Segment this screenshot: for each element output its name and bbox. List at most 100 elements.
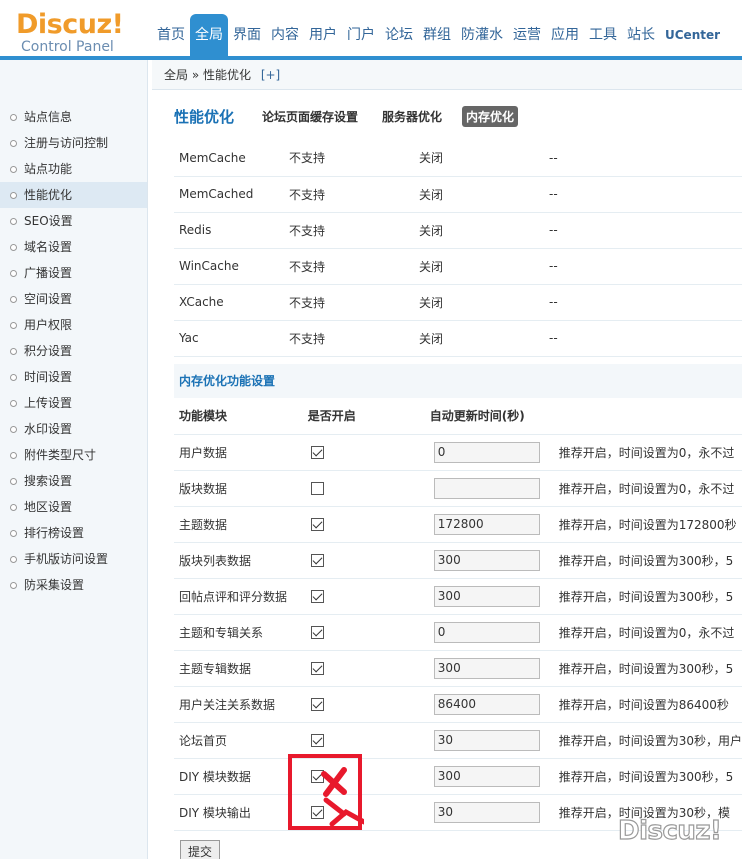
tip-text: 推荐开启，时间设置为0，永不过 <box>553 434 742 471</box>
enable-checkbox[interactable] <box>310 662 324 675</box>
top-nav: 首页 全局 界面 内容 用户 门户 论坛 群组 防灌水 运营 应用 工具 站长 UCenter <box>152 14 725 56</box>
table-row: 主题数据 推荐开启，时间设置为172800秒 <box>174 506 742 543</box>
tab-memory-optimize[interactable]: 内存优化 <box>462 106 519 127</box>
update-time-input[interactable] <box>433 441 540 463</box>
time-cell <box>424 542 554 579</box>
cache-support: 不支持 <box>284 284 414 321</box>
sidebar-item[interactable]: 域名设置 <box>0 234 147 260</box>
nav-item[interactable]: UCenter <box>660 14 725 56</box>
update-time-input[interactable] <box>433 549 540 571</box>
nav-item[interactable]: 首页 <box>152 14 190 56</box>
sidebar-item[interactable]: 排行榜设置 <box>0 520 147 546</box>
sidebar-item[interactable]: 用户权限 <box>0 312 147 338</box>
enable-checkbox[interactable] <box>310 518 324 531</box>
update-time-input[interactable] <box>433 729 540 751</box>
enabled-cell <box>302 722 425 759</box>
cache-status: 关闭 <box>414 248 544 285</box>
tip-text: 推荐开启，时间设置为0，永不过 <box>553 470 742 507</box>
update-time-input[interactable] <box>433 693 540 715</box>
enable-checkbox[interactable] <box>310 554 324 567</box>
module-name: DIY 模块数据 <box>174 758 303 795</box>
nav-item[interactable]: 防灌水 <box>456 14 508 56</box>
sidebar-item[interactable]: 站点功能 <box>0 156 147 182</box>
sidebar-item[interactable]: 水印设置 <box>0 416 147 442</box>
time-cell <box>424 578 554 615</box>
update-time-input[interactable] <box>433 621 540 643</box>
time-cell <box>424 758 554 795</box>
update-time-input[interactable] <box>433 585 540 607</box>
sub-tabs: 性能优化 论坛页面缓存设置 服务器优化 内存优化 <box>174 106 534 127</box>
update-time-input[interactable] <box>433 765 540 787</box>
sidebar-item[interactable]: 搜索设置 <box>0 468 147 494</box>
time-cell <box>424 686 554 723</box>
tip-text: 推荐开启，时间设置为300秒，5 <box>553 578 742 615</box>
nav-item[interactable]: 运营 <box>508 14 546 56</box>
enable-checkbox[interactable] <box>310 590 324 603</box>
tip-text: 推荐开启，时间设置为30秒，用户 <box>553 722 742 759</box>
enable-checkbox[interactable] <box>310 770 324 783</box>
tip-text: 推荐开启，时间设置为300秒，5 <box>553 758 742 795</box>
sidebar-item[interactable]: 地区设置 <box>0 494 147 520</box>
cache-support: 不支持 <box>284 320 414 357</box>
table-row: 用户关注关系数据 推荐开启，时间设置为86400秒 <box>174 686 742 723</box>
submit-button[interactable]: 提交 <box>180 840 220 859</box>
enable-checkbox[interactable] <box>310 446 324 459</box>
nav-item[interactable]: 内容 <box>266 14 304 56</box>
enable-checkbox[interactable] <box>310 734 324 747</box>
enabled-cell <box>302 686 425 723</box>
sidebar-item[interactable]: 站点信息 <box>0 104 147 130</box>
enabled-cell <box>302 794 425 831</box>
nav-item[interactable]: 全局 <box>190 14 228 56</box>
enable-checkbox[interactable] <box>310 698 324 711</box>
nav-item[interactable]: 门户 <box>342 14 380 56</box>
sidebar-item[interactable]: 时间设置 <box>0 364 147 390</box>
sidebar-item[interactable]: 上传设置 <box>0 390 147 416</box>
enable-checkbox[interactable] <box>310 806 324 819</box>
table-row: MemCache 不支持 关闭 -- <box>174 140 742 177</box>
enable-checkbox[interactable] <box>310 482 324 495</box>
enabled-cell <box>302 614 425 651</box>
tab-page-cache[interactable]: 论坛页面缓存设置 <box>258 106 362 127</box>
nav-item[interactable]: 群组 <box>418 14 456 56</box>
sidebar-item[interactable]: 防采集设置 <box>0 572 147 598</box>
nav-item[interactable]: 界面 <box>228 14 266 56</box>
module-name: 用户关注关系数据 <box>174 686 303 723</box>
tab-server-optimize[interactable]: 服务器优化 <box>378 106 446 127</box>
update-time-input[interactable] <box>433 513 540 535</box>
cache-extra: -- <box>544 284 742 321</box>
cache-name: Yac <box>174 320 284 357</box>
cache-status: 关闭 <box>414 212 544 249</box>
discuz-watermark: Discuz! <box>617 815 722 846</box>
cache-support: 不支持 <box>284 176 414 213</box>
nav-item[interactable]: 论坛 <box>380 14 418 56</box>
section-title: 内存优化功能设置 <box>174 364 742 398</box>
nav-item[interactable]: 站长 <box>622 14 660 56</box>
nav-item[interactable]: 应用 <box>546 14 584 56</box>
add-shortcut-link[interactable]: [+] <box>261 68 280 82</box>
nav-item[interactable]: 工具 <box>584 14 622 56</box>
sidebar-item[interactable]: 积分设置 <box>0 338 147 364</box>
sidebar-item[interactable]: 注册与访问控制 <box>0 130 147 156</box>
sidebar-item[interactable]: 空间设置 <box>0 286 147 312</box>
table-row: 版块数据 推荐开启，时间设置为0，永不过 <box>174 470 742 507</box>
tip-text: 推荐开启，时间设置为86400秒 <box>553 686 742 723</box>
sidebar-item[interactable]: 性能优化 <box>0 182 147 208</box>
sidebar-item[interactable]: SEO设置 <box>0 208 147 234</box>
update-time-input[interactable] <box>433 477 540 499</box>
tip-text: 推荐开启，时间设置为0，永不过 <box>553 614 742 651</box>
update-time-input[interactable] <box>433 801 540 823</box>
table-row: MemCached 不支持 关闭 -- <box>174 176 742 213</box>
breadcrumb: 全局 » 性能优化 [+] <box>152 60 742 90</box>
update-time-input[interactable] <box>433 657 540 679</box>
sidebar-item[interactable]: 手机版访问设置 <box>0 546 147 572</box>
time-cell <box>424 722 554 759</box>
sidebar-item[interactable]: 广播设置 <box>0 260 147 286</box>
enable-checkbox[interactable] <box>310 626 324 639</box>
cache-status-table: MemCache 不支持 关闭 -- MemCached 不支持 关闭 -- Redis 不支持关… <box>174 140 742 357</box>
sidebar: 站点信息 注册与访问控制 站点功能 性能优化 SEO设置 域名设置 广播设置 空间设置 用户权限… <box>0 60 148 859</box>
table-row: Redis 不支持 关闭 -- <box>174 212 742 249</box>
nav-item[interactable]: 用户 <box>304 14 342 56</box>
header: Discuz! Control Panel 首页 全局 界面 内容 用户 门户 论坛 群组 防灌… <box>0 0 742 60</box>
discuz-logo[interactable]: Discuz! Control Panel <box>16 8 156 58</box>
sidebar-item[interactable]: 附件类型尺寸 <box>0 442 147 468</box>
